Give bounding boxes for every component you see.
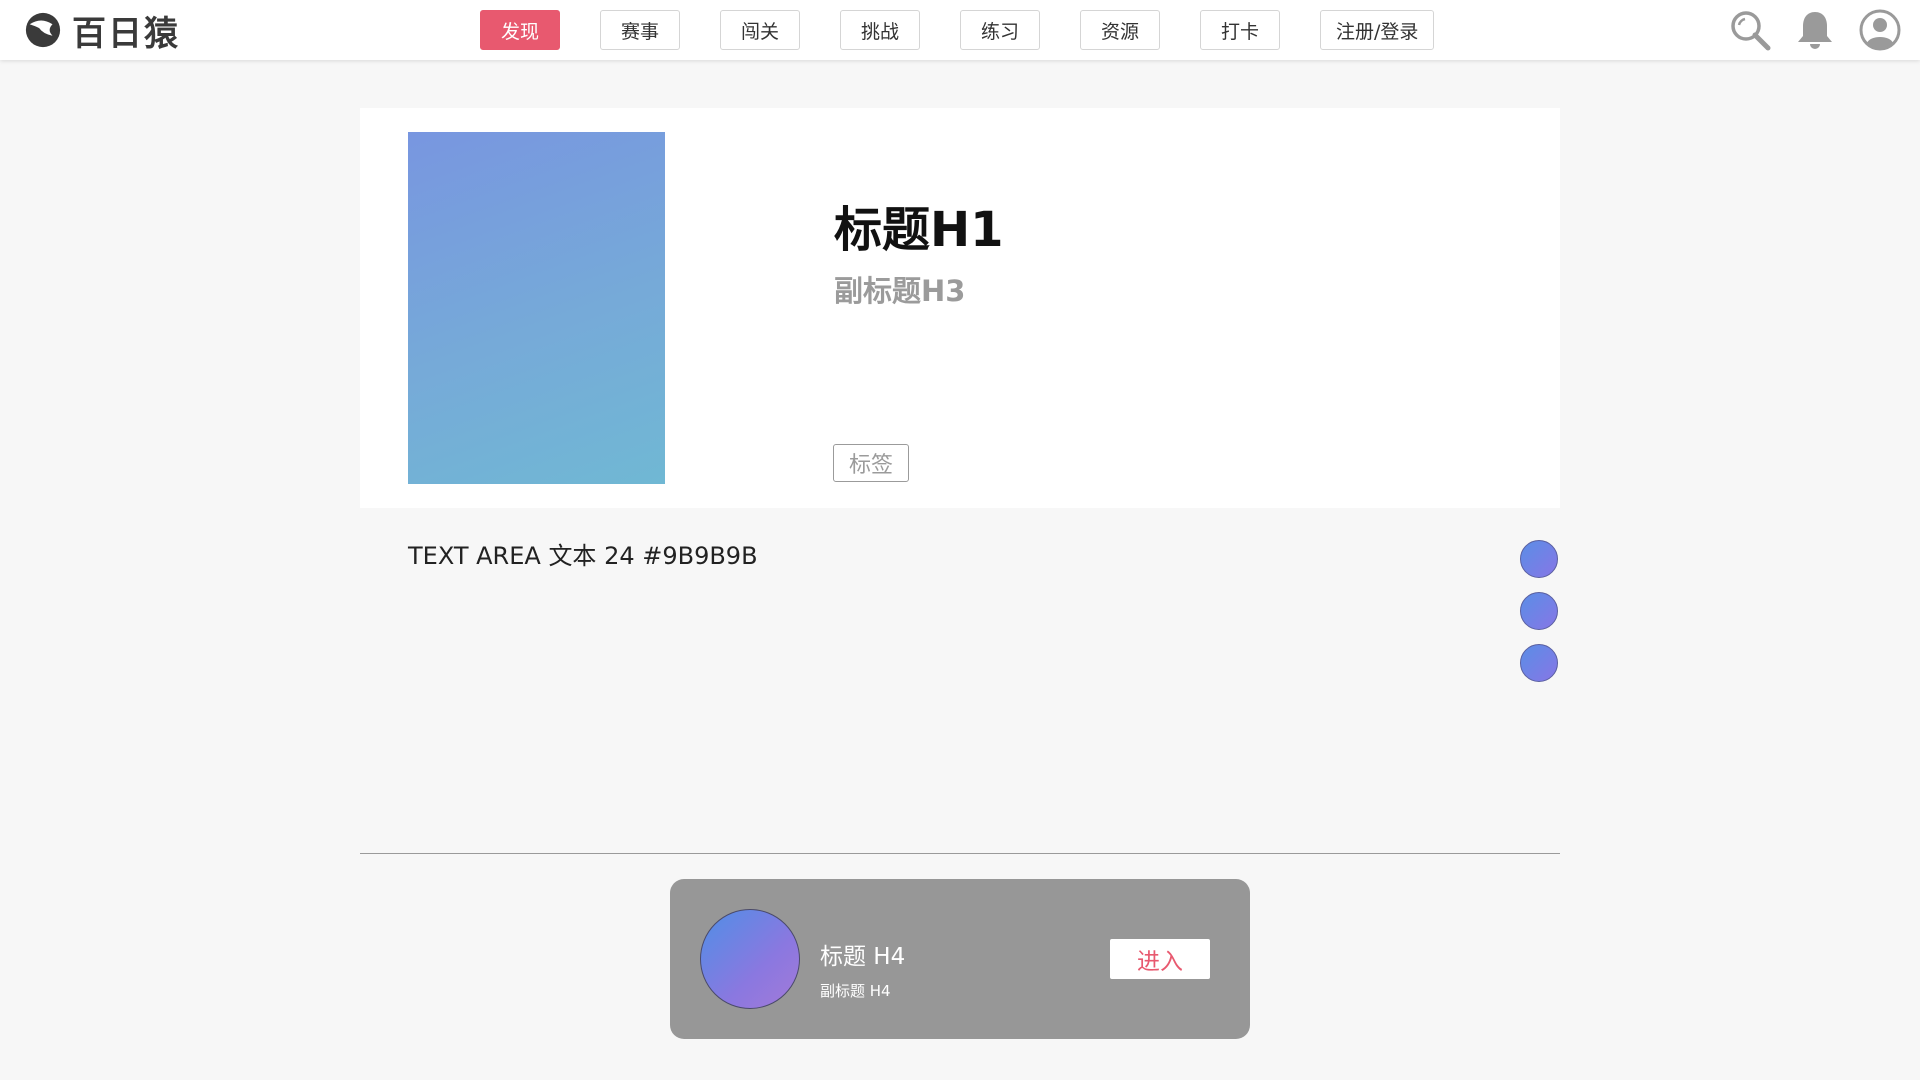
user-icon[interactable] bbox=[1858, 8, 1902, 52]
feature-card: 标题H1 副标题H3 标签 bbox=[360, 108, 1560, 508]
nav-challenge[interactable]: 挑战 bbox=[840, 10, 920, 50]
nav-resources[interactable]: 资源 bbox=[1080, 10, 1160, 50]
card-title: 标题H1 bbox=[834, 202, 1004, 258]
avatar bbox=[700, 909, 800, 1009]
bottom-card-subtitle: 副标题 H4 bbox=[820, 982, 891, 1000]
side-dot-3[interactable] bbox=[1520, 644, 1558, 682]
nav-checkin[interactable]: 打卡 bbox=[1200, 10, 1280, 50]
enter-button[interactable]: 进入 bbox=[1110, 939, 1210, 979]
nav-practice[interactable]: 练习 bbox=[960, 10, 1040, 50]
main-nav: 发现 赛事 闯关 挑战 练习 资源 打卡 注册/登录 bbox=[480, 10, 1435, 50]
bottom-entry-card: 标题 H4 副标题 H4 进入 bbox=[670, 879, 1250, 1039]
divider bbox=[360, 853, 1560, 854]
card-subtitle: 副标题H3 bbox=[834, 274, 966, 308]
bell-icon[interactable] bbox=[1793, 8, 1837, 52]
cover-image[interactable] bbox=[408, 132, 665, 484]
bottom-card-title: 标题 H4 bbox=[820, 944, 906, 970]
top-navigation-bar: 百日猿 发现 赛事 闯关 挑战 练习 资源 打卡 注册/登录 bbox=[0, 0, 1920, 60]
side-action-dots bbox=[1520, 540, 1560, 696]
search-icon[interactable] bbox=[1728, 8, 1772, 52]
nav-events[interactable]: 赛事 bbox=[600, 10, 680, 50]
nav-discover[interactable]: 发现 bbox=[480, 10, 560, 50]
text-area: TEXT AREA 文本 24 #9B9B9B bbox=[408, 542, 758, 570]
side-dot-1[interactable] bbox=[1520, 540, 1558, 578]
nav-levels[interactable]: 闯关 bbox=[720, 10, 800, 50]
logo-text: 百日猿 bbox=[72, 13, 180, 54]
side-dot-2[interactable] bbox=[1520, 592, 1558, 630]
logo-mark-icon bbox=[25, 12, 61, 48]
nav-register-login[interactable]: 注册/登录 bbox=[1320, 10, 1435, 50]
logo[interactable]: 百日猿 bbox=[24, 10, 180, 54]
header-actions bbox=[1707, 8, 1902, 52]
tag-badge[interactable]: 标签 bbox=[833, 444, 910, 482]
